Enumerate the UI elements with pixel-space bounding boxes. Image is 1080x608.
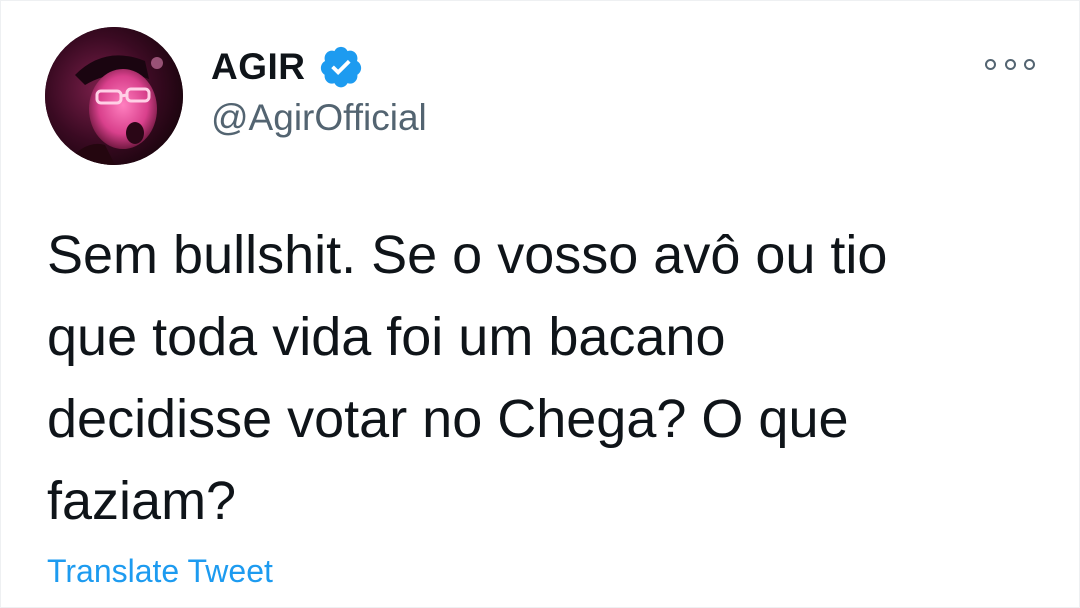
tweet-text-line: que toda vida foi um bacano <box>47 307 726 367</box>
author-info[interactable]: AGIR @AgirOfficial <box>211 41 427 139</box>
tweet-card: AGIR @AgirOfficial Sem bullshit. Se o vo… <box>0 0 1080 608</box>
more-dot <box>985 58 996 70</box>
translate-tweet-link[interactable]: Translate Tweet <box>47 553 273 590</box>
name-row: AGIR <box>211 41 427 93</box>
author-avatar[interactable] <box>45 27 183 165</box>
author-display-name[interactable]: AGIR <box>211 46 306 88</box>
tweet-text-line: decidisse votar no Chega? O que <box>47 389 849 449</box>
verified-badge-icon <box>318 44 364 90</box>
more-dot <box>1004 58 1016 70</box>
author-handle[interactable]: @AgirOfficial <box>211 97 427 139</box>
tweet-text-line: faziam? <box>47 471 237 531</box>
more-options-icon[interactable] <box>985 53 1035 75</box>
profile-photo <box>45 27 183 165</box>
tweet-text: Sem bullshit. Se o vosso avô ou tio que … <box>47 214 1047 542</box>
more-dot <box>1024 58 1035 70</box>
tweet-text-line: Sem bullshit. Se o vosso avô ou tio <box>47 225 888 285</box>
